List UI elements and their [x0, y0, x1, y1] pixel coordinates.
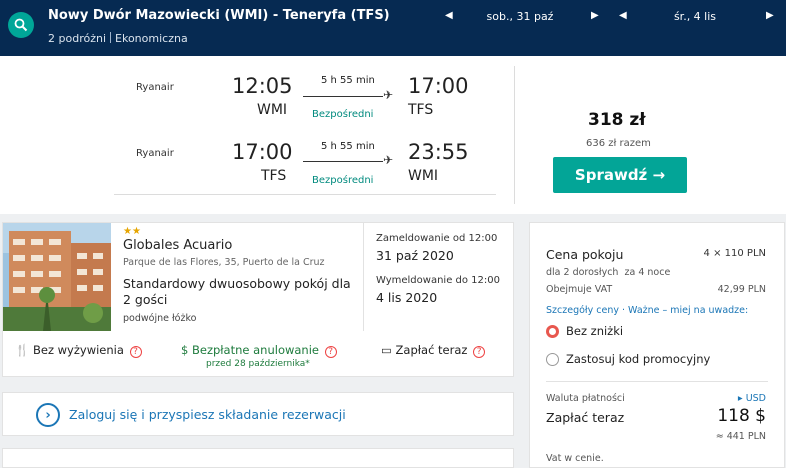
- inbound-arr-code: WMI: [408, 168, 439, 184]
- route-title[interactable]: Nowy Dwór Mazowiecki (WMI) - Teneryfa (T…: [48, 8, 390, 23]
- currency-selector[interactable]: ▸ USD: [738, 393, 766, 404]
- next-return-date-icon[interactable]: ▶: [766, 10, 774, 21]
- hotel-features: 🍴 Bez wyżywienia ? $ Bezpłatne anulowani…: [3, 341, 513, 371]
- separator: [110, 32, 112, 43]
- flight-price: 318 zł: [588, 110, 646, 130]
- cancel-feature: $ Bezpłatne anulowanie ?: [181, 343, 337, 358]
- check-button[interactable]: Sprawdź →: [553, 157, 687, 193]
- pay-now-total: 118 $: [717, 406, 766, 426]
- vat-note: Vat w cenie.: [546, 453, 604, 464]
- hotel-name[interactable]: Globales Acuario: [123, 238, 232, 253]
- hotel-card: ★★ Globales Acuario Parque de las Flores…: [2, 222, 514, 377]
- cutlery-icon: 🍴: [15, 343, 30, 357]
- depart-date[interactable]: sob., 31 paź: [470, 10, 570, 23]
- meals-feature: 🍴 Bez wyżywienia ?: [15, 343, 142, 358]
- login-prompt[interactable]: › Zaloguj się i przyspiesz składanie rez…: [2, 392, 514, 436]
- outbound-route-line: [303, 96, 383, 97]
- price-details-link[interactable]: Szczegóły ceny: [546, 305, 619, 316]
- caret-icon: ▸: [737, 393, 743, 404]
- flight-result-card[interactable]: Ryanair 12:05 WMI 5 h 55 min ✈ Bezpośred…: [0, 56, 786, 214]
- currency-value: USD: [745, 393, 766, 404]
- meals-label: Bez wyżywienia: [32, 343, 124, 357]
- flight-total: 636 zł razem: [586, 138, 651, 149]
- no-discount-label[interactable]: Bez zniżki: [566, 324, 623, 338]
- important-notice-link[interactable]: Ważne – miej na uwadze:: [628, 305, 748, 316]
- return-date[interactable]: śr., 4 lis: [650, 10, 740, 23]
- inbound-airline: Ryanair: [136, 148, 174, 159]
- outbound-arr-code: TFS: [408, 102, 434, 118]
- login-link[interactable]: Zaloguj się i przyspiesz składanie rezer…: [69, 407, 346, 422]
- nights: za 4 noce: [624, 267, 671, 278]
- inbound-duration: 5 h 55 min: [321, 141, 375, 152]
- hotel-stars: ★★: [123, 226, 141, 237]
- passengers: 2 podróżni: [48, 32, 107, 45]
- hotel-photo[interactable]: [3, 223, 111, 331]
- pay-now-feature: ▭ Zapłać teraz ?: [381, 343, 486, 358]
- price-links: Szczegóły ceny · Ważne – miej na uwadze:: [546, 305, 749, 316]
- bed-type: podwójne łóżko: [123, 313, 197, 324]
- checkin-date: 31 paź 2020: [376, 248, 454, 263]
- guests: dla 2 dorosłych: [546, 267, 619, 278]
- inbound-route-line: [303, 161, 383, 162]
- vat-value: 42,99 PLN: [717, 284, 766, 295]
- vat-label: Obejmuje VAT: [546, 284, 613, 295]
- hotel-address: Parque de las Flores, 35, Puerto de la C…: [123, 257, 325, 268]
- help-icon[interactable]: ?: [129, 346, 142, 358]
- money-icon: $: [181, 343, 189, 357]
- room-type: Standardowy dwuosobowy pokój dla 2 gości: [123, 276, 351, 307]
- checkout-label: Wymeldowanie do 12:00: [376, 275, 500, 286]
- promo-code-radio[interactable]: [546, 353, 559, 366]
- outbound-duration: 5 h 55 min: [321, 75, 375, 86]
- flight-divider: [114, 194, 496, 195]
- inbound-arr-time: 23:55: [408, 140, 469, 164]
- outbound-stops: Bezpośredni: [312, 109, 374, 120]
- help-icon[interactable]: ?: [473, 346, 486, 358]
- price-divider: [514, 66, 515, 204]
- inbound-dep-time: 17:00: [232, 140, 293, 164]
- pay-now-total-label: Zapłać teraz: [546, 410, 625, 425]
- help-icon[interactable]: ?: [324, 346, 337, 358]
- next-depart-date-icon[interactable]: ▶: [591, 10, 599, 21]
- promo-code-label[interactable]: Zastosuj kod promocyjny: [566, 352, 710, 366]
- sidebar-divider: [546, 381, 768, 382]
- cancel-deadline: przed 28 października*: [206, 359, 310, 369]
- inbound-stops: Bezpośredni: [312, 175, 374, 186]
- trip-summary[interactable]: 2 podróżni Ekonomiczna: [48, 32, 188, 45]
- checkin-label: Zameldowanie od 12:00: [376, 233, 498, 244]
- pay-now-pln: ≈ 441 PLN: [715, 431, 766, 442]
- cancel-label: Bezpłatne anulowanie: [191, 343, 319, 357]
- pay-now-label: Zapłać teraz: [395, 343, 468, 357]
- guests-info: dla 2 dorosłych za 4 noce: [546, 267, 670, 278]
- checkout-date: 4 lis 2020: [376, 290, 438, 305]
- inbound-dep-code: TFS: [261, 168, 287, 184]
- search-header: Nowy Dwór Mazowiecki (WMI) - Teneryfa (T…: [0, 0, 786, 56]
- price-sidebar: Cena pokoju 4 × 110 PLN dla 2 dorosłych …: [529, 222, 785, 468]
- outbound-dep-time: 12:05: [232, 74, 293, 98]
- plane-icon: ✈: [383, 153, 394, 167]
- outbound-arr-time: 17:00: [408, 74, 469, 98]
- chevron-right-icon[interactable]: ›: [36, 403, 60, 427]
- hotel-divider: [363, 223, 364, 331]
- outbound-airline: Ryanair: [136, 82, 174, 93]
- cabin-class: Ekonomiczna: [115, 32, 188, 45]
- next-card: [2, 448, 514, 468]
- prev-depart-date-icon[interactable]: ◀: [445, 10, 453, 21]
- search-icon[interactable]: [8, 12, 34, 38]
- room-price-label: Cena pokoju: [546, 247, 624, 262]
- currency-label: Waluta płatności: [546, 393, 625, 404]
- room-price-value: 4 × 110 PLN: [703, 248, 766, 259]
- plane-icon: ✈: [383, 88, 394, 102]
- wallet-icon: ▭: [381, 343, 392, 357]
- outbound-dep-code: WMI: [257, 102, 288, 118]
- no-discount-radio[interactable]: [546, 325, 559, 338]
- prev-return-date-icon[interactable]: ◀: [619, 10, 627, 21]
